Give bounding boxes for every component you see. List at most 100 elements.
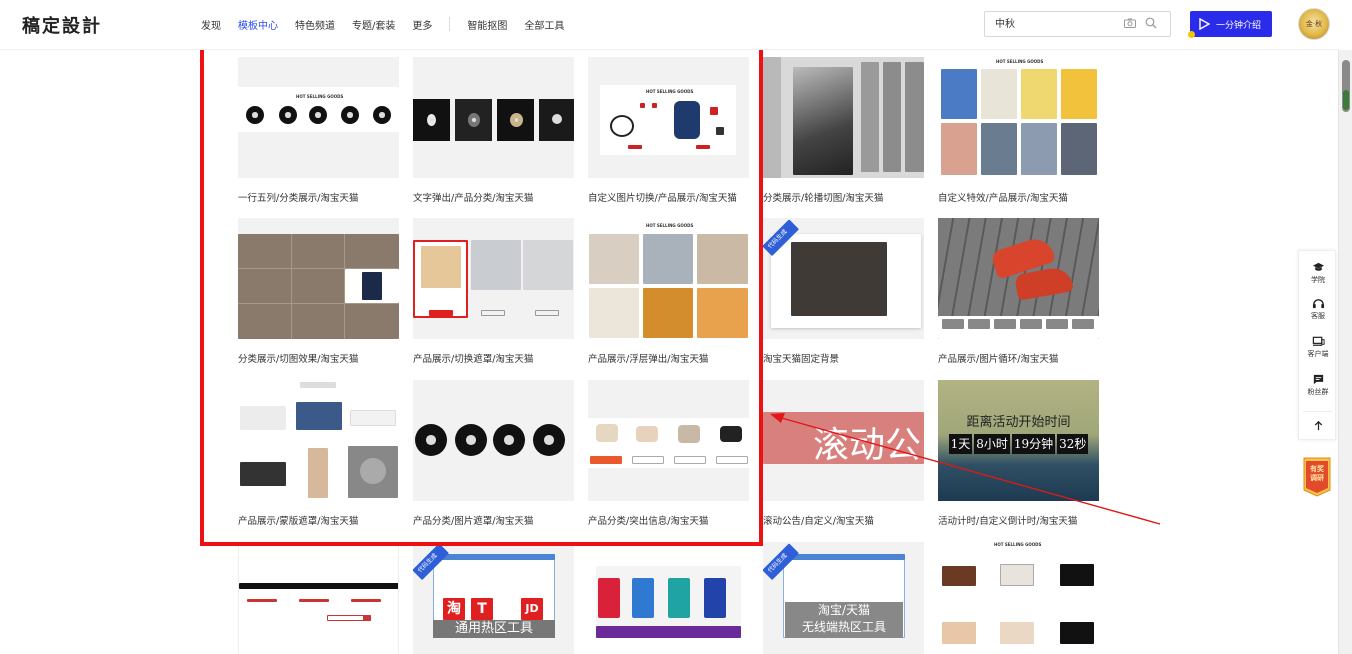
product-circle	[246, 106, 264, 124]
template-thumbnail[interactable]: 淘 T JD 通用热区工具 代码生成	[413, 542, 574, 654]
survey-badge[interactable]: 有奖调研	[1300, 452, 1334, 498]
tshirt-tile	[1021, 123, 1057, 175]
buy-tag	[481, 310, 505, 316]
nav-all-tools[interactable]: 全部工具	[524, 17, 564, 32]
editor-titlebar	[433, 554, 555, 560]
template-thumbnail[interactable]: HOT SELLING GOODS	[588, 57, 749, 178]
nav-topics[interactable]: 专题/套装	[352, 17, 395, 32]
mini-thumb	[1046, 319, 1068, 329]
jewel	[468, 113, 480, 127]
small-product	[640, 103, 645, 108]
washer-door	[360, 458, 386, 484]
nav-more[interactable]: 更多	[412, 17, 432, 32]
nav-featured-channel[interactable]: 特色频道	[295, 17, 335, 32]
price-tag	[696, 145, 710, 149]
text-line	[247, 599, 277, 602]
info-tag	[674, 456, 706, 464]
text-line	[351, 599, 381, 602]
template-title[interactable]: 淘宝天猫固定背景	[763, 351, 839, 365]
template-title[interactable]: 分类展示/轮播切图/淘宝天猫	[763, 190, 883, 204]
template-title[interactable]: 活动计时/自定义倒计时/淘宝天猫	[938, 513, 1077, 527]
template-thumbnail[interactable]	[413, 57, 574, 178]
side-item-client[interactable]: 客户端	[1299, 335, 1337, 359]
bag-shape	[720, 426, 742, 442]
template-thumbnail[interactable]: HOT SELLING GOODS	[938, 542, 1099, 654]
nav-divider	[449, 17, 451, 31]
side-item-support[interactable]: 客服	[1299, 297, 1337, 321]
template-thumbnail[interactable]	[413, 380, 574, 501]
headphone-shape	[610, 115, 634, 137]
template-title[interactable]: 产品展示/蒙版遮罩/淘宝天猫	[238, 513, 358, 527]
template-title[interactable]: 产品分类/图片遮罩/淘宝天猫	[413, 513, 533, 527]
nav-template-center[interactable]: 模板中心	[238, 17, 278, 32]
template-title[interactable]: 滚动公告/自定义/淘宝天猫	[763, 513, 874, 527]
template-thumbnail[interactable]	[238, 218, 399, 339]
side-toolbar: 学院 客服 客户端 粉丝群	[1298, 250, 1336, 440]
template-title[interactable]: 一行五列/分类展示/淘宝天猫	[238, 190, 358, 204]
search-input[interactable]	[995, 17, 1115, 28]
shoe-shape	[1060, 622, 1094, 644]
tshirt-tile	[981, 69, 1017, 119]
nav-smart-cutout[interactable]: 智能抠图	[467, 17, 507, 32]
side-label: 客服	[1311, 312, 1325, 320]
search-box	[984, 11, 1171, 37]
phone-shape	[704, 578, 726, 618]
template-title[interactable]: 自定义特效/产品展示/淘宝天猫	[938, 190, 1068, 204]
grid-line	[291, 234, 292, 339]
template-thumbnail[interactable]: 淘宝/天猫 无线端热区工具 代码生成	[763, 542, 924, 654]
template-thumbnail[interactable]: HOT SELLING GOODS	[238, 57, 399, 178]
template-title[interactable]: 产品分类/突出信息/淘宝天猫	[588, 513, 708, 527]
camera-icon[interactable]	[1124, 18, 1136, 28]
back-to-top-button[interactable]	[1299, 419, 1337, 433]
template-title[interactable]: 文字弹出/产品分类/淘宝天猫	[413, 190, 533, 204]
template-thumbnail[interactable]	[763, 57, 924, 178]
carousel-column	[905, 62, 924, 172]
shoe-shape	[942, 622, 976, 644]
side-item-academy[interactable]: 学院	[1299, 261, 1337, 285]
template-thumbnail[interactable]	[238, 380, 399, 501]
shoe-shape	[1000, 622, 1034, 644]
thumb-heading-bar	[300, 382, 336, 388]
tv-screen	[296, 402, 342, 430]
template-title[interactable]: 自定义图片切换/产品展示/淘宝天猫	[588, 190, 737, 204]
button-shape	[363, 615, 371, 621]
template-thumbnail[interactable]: 代码生成	[763, 218, 924, 339]
template-thumbnail[interactable]: HOT SELLING GOODS	[588, 218, 749, 339]
site-logo[interactable]: 稿定設計	[22, 12, 102, 38]
buy-tag	[535, 310, 559, 316]
template-thumbnail[interactable]	[938, 218, 1099, 339]
template-thumbnail[interactable]	[588, 380, 749, 501]
small-product	[716, 127, 724, 135]
user-avatar[interactable]: 金·秋	[1298, 8, 1330, 40]
tmall-logo: T	[471, 598, 493, 620]
side-item-fan-group[interactable]: 粉丝群	[1299, 373, 1337, 397]
template-thumbnail[interactable]	[588, 542, 749, 654]
search-icon[interactable]	[1145, 17, 1157, 29]
template-title[interactable]: 产品展示/图片循环/淘宝天猫	[938, 351, 1058, 365]
page-scrollbar[interactable]	[1338, 50, 1352, 654]
bag-shape	[596, 424, 618, 442]
template-thumbnail[interactable]: 滚动公	[763, 380, 924, 501]
template-title[interactable]: 产品展示/浮层弹出/淘宝天猫	[588, 351, 708, 365]
template-title[interactable]: 产品展示/切换遮罩/淘宝天猫	[413, 351, 533, 365]
template-thumbnail[interactable]: 距离活动开始时间 1天 8小时 19分钟 32秒	[938, 380, 1099, 501]
intro-video-button[interactable]: 一分钟介绍	[1190, 11, 1272, 37]
side-label: 粉丝群	[1307, 388, 1329, 396]
small-product	[652, 103, 657, 108]
shoe-shape	[1060, 564, 1094, 586]
template-thumbnail[interactable]: HOT SELLING GOODS	[938, 57, 1099, 178]
phone-shape	[598, 578, 620, 618]
model-photo	[697, 234, 748, 284]
mini-thumb	[968, 319, 990, 329]
arrow-up-icon	[1314, 420, 1322, 431]
template-thumbnail[interactable]	[413, 218, 574, 339]
template-thumbnail[interactable]	[238, 542, 399, 654]
hotzone-line-2: 无线端热区工具	[801, 620, 886, 634]
nav-discover[interactable]: 发现	[201, 17, 221, 32]
product-circle	[373, 106, 391, 124]
tshirt-tile	[1021, 69, 1057, 119]
thumb-heading: HOT SELLING GOODS	[296, 94, 344, 99]
shoe-shape	[1000, 564, 1034, 586]
graduation-cap-icon	[1312, 262, 1324, 271]
template-title[interactable]: 分类展示/切图效果/淘宝天猫	[238, 351, 358, 365]
